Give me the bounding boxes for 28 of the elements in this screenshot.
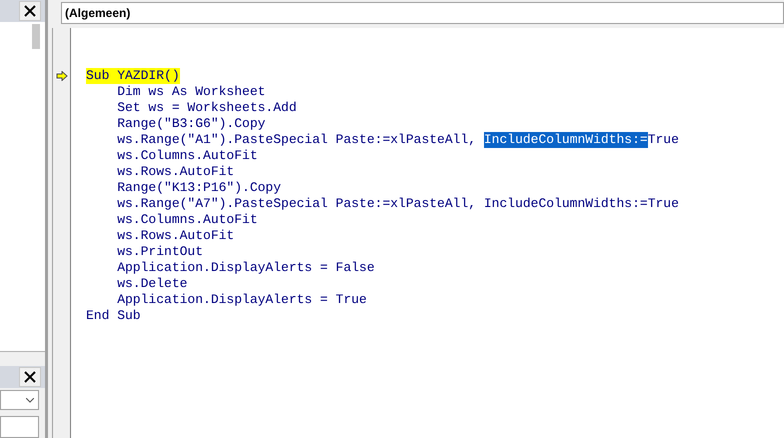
code-text: End Sub (86, 308, 141, 324)
code-text: ws.Range("A1").PasteSpecial Paste:=xlPasteAll, (116, 132, 478, 148)
close-button[interactable] (19, 1, 41, 21)
code-text: Range("B3:G6").Copy (116, 116, 266, 132)
close-button[interactable] (19, 367, 41, 387)
current-statement-text: Sub YAZDIR() (86, 68, 180, 84)
close-icon (23, 370, 37, 384)
code-text: Range("K13:P16").Copy (116, 180, 282, 196)
code-editor[interactable] (52, 28, 784, 438)
code-text: True (648, 132, 679, 148)
code-text: Application.DisplayAlerts = False (116, 260, 375, 276)
selected-text: IncludeColumnWidths:= (484, 132, 648, 148)
code-text: ws.Rows.AutoFit (116, 228, 234, 244)
chevron-down-icon (26, 398, 34, 402)
code-text: Set ws = Worksheets.Add (116, 100, 297, 116)
code-text: ws.Delete (116, 276, 188, 292)
object-dropdown[interactable]: (Algemeen) (61, 2, 784, 24)
close-icon (23, 4, 37, 18)
scrollbar[interactable] (32, 24, 40, 49)
code-text: ws.Columns.AutoFit (116, 148, 258, 164)
code-text: ws.PrintOut (116, 244, 204, 260)
code-text: ws.Rows.AutoFit (116, 164, 234, 180)
properties-panel (0, 416, 39, 438)
code-text: ws.Range("A7").PasteSpecial Paste:=xlPasteAll, IncludeColumnWidths:=True (116, 196, 679, 212)
code-text: Application.DisplayAlerts = True (116, 292, 367, 308)
code-text: ws.Columns.AutoFit (116, 212, 258, 228)
code-text: Dim ws As Worksheet (116, 84, 266, 100)
execution-arrow-icon (56, 71, 68, 81)
